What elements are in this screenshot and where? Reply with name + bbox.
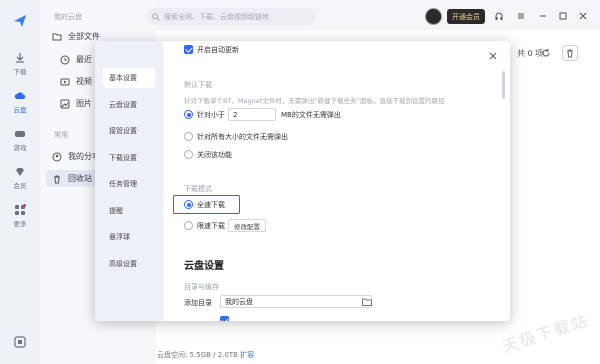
avatar[interactable] — [425, 8, 442, 25]
nav-recycle-bin-label: 回收站 — [68, 174, 92, 183]
folder-icon[interactable] — [362, 298, 372, 306]
tab-reminder[interactable]: 提醒 — [103, 201, 155, 221]
cloud-settings-title: 云盘设置 — [184, 261, 224, 272]
dir-cache-heading: 目录与缓存 — [184, 283, 219, 291]
rail-more-label: 更多 — [13, 220, 27, 228]
search-placeholder: 搜索全网、下载、云盘视频超链地 — [164, 12, 269, 21]
rail-games[interactable]: 游戏 — [0, 128, 40, 152]
rail-games-label: 游戏 — [13, 144, 27, 152]
radio-size-limit[interactable] — [184, 110, 193, 119]
nav-recent-label: 最近 — [76, 55, 92, 64]
partial-checkbox[interactable] — [220, 316, 229, 321]
share-icon — [52, 152, 62, 161]
clock-icon — [60, 55, 70, 64]
download-icon — [16, 53, 24, 63]
tab-tasks[interactable]: 任务管理 — [103, 174, 155, 194]
nav-section-common: 常用 — [54, 131, 68, 139]
storage-info: 云盘空间: 5.5GB / 2.0TB 扩容 — [157, 350, 254, 360]
app-rail: 下载 云盘 游戏 会员 更多 — [0, 0, 40, 364]
diamond-icon — [16, 168, 24, 176]
expand-link[interactable]: 扩容 — [240, 351, 254, 359]
nav-all-files[interactable]: 全部文件 — [52, 31, 100, 42]
nav-pictures[interactable]: 图片 — [60, 98, 92, 109]
tab-basic[interactable]: 基本设置 — [103, 68, 155, 88]
folder-icon — [52, 33, 62, 40]
radio-size-limit-label: 针对小于 — [197, 111, 225, 119]
radio-off[interactable] — [184, 150, 193, 159]
rail-vip[interactable]: 会员 — [0, 166, 40, 190]
tab-takeover[interactable]: 接管设置 — [103, 121, 155, 141]
empty-trash-button[interactable] — [562, 45, 578, 61]
default-download-hint: 针对下载单个BT、Magnet文件时，无需弹出“新建下载任务”面板，直接下载到设… — [184, 97, 445, 105]
add-dir-label: 添加目录 — [184, 299, 212, 307]
default-download-heading: 默认下载 — [184, 81, 212, 89]
radio-all-sizes[interactable] — [184, 132, 193, 141]
nav-my-share[interactable]: 我的分享 — [52, 151, 100, 162]
menu-icon[interactable] — [516, 11, 526, 21]
download-mode-heading: 下载模式 — [184, 185, 212, 193]
rail-download-label: 下载 — [13, 68, 27, 76]
dialog-scrollbar[interactable] — [502, 71, 505, 99]
tab-float-ball[interactable]: 悬浮球 — [103, 227, 155, 247]
storage-text: 云盘空间: 5.5GB / 2.0TB — [157, 351, 238, 359]
refresh-icon[interactable] — [541, 48, 551, 58]
nav-pictures-label: 图片 — [76, 99, 92, 108]
radio-off-label: 关闭该功能 — [197, 151, 232, 159]
minimize-icon[interactable] — [538, 11, 548, 21]
nav-header: 我的云盘 — [54, 13, 82, 21]
vip-button[interactable]: 开通会员 — [447, 9, 485, 24]
rail-download[interactable]: 下载 — [0, 52, 40, 76]
image-icon — [60, 99, 70, 108]
trash-icon — [567, 49, 573, 58]
settings-dialog: 基本设置 云盘设置 接管设置 下载设置 任务管理 提醒 悬浮球 高级设置 开启自… — [95, 41, 510, 321]
nav-video-label: 视频 — [76, 77, 92, 86]
video-icon — [60, 78, 70, 85]
rail-cloud-label: 云盘 — [13, 106, 27, 114]
radio-limited-speed-label: 限速下载 — [197, 222, 225, 230]
radio-full-speed-label: 全速下载 — [197, 201, 225, 209]
gamepad-icon — [15, 131, 25, 137]
maximize-icon[interactable] — [558, 11, 568, 21]
rail-vip-label: 会员 — [13, 182, 27, 190]
dir-input[interactable]: 我的云盘 — [220, 295, 372, 308]
headset-icon[interactable] — [494, 11, 504, 21]
radio-all-sizes-label: 针对所有大小的文件无需弹出 — [197, 133, 288, 141]
nav-video[interactable]: 视频 — [60, 76, 92, 87]
rail-cloud[interactable]: 云盘 — [0, 90, 40, 114]
close-icon[interactable] — [578, 11, 588, 21]
search-box[interactable]: 搜索全网、下载、云盘视频超链地 — [146, 8, 316, 25]
tab-advanced[interactable]: 高级设置 — [103, 254, 155, 274]
radio-limited-speed[interactable] — [184, 221, 193, 230]
auto-update-label: 开启自动更新 — [197, 46, 239, 54]
item-count: 共 0 项 — [517, 49, 544, 58]
dialog-close-icon[interactable] — [488, 51, 498, 61]
app-logo-icon — [14, 15, 26, 27]
rail-more[interactable]: 更多 — [0, 204, 40, 228]
nav-recent[interactable]: 最近 — [60, 54, 92, 65]
modify-config-button[interactable]: 修改配置 — [228, 219, 266, 232]
auto-update-checkbox[interactable] — [184, 45, 193, 54]
tab-cloud[interactable]: 云盘设置 — [103, 95, 155, 115]
search-icon — [152, 12, 160, 21]
cloud-icon — [14, 92, 26, 99]
trash-icon — [54, 175, 60, 183]
radio-full-speed[interactable] — [184, 200, 193, 209]
size-limit-suffix: MB的文件无需弹出 — [281, 111, 341, 119]
feedback-icon[interactable] — [13, 335, 27, 349]
tab-download[interactable]: 下载设置 — [103, 148, 155, 168]
grid-icon — [15, 204, 26, 215]
size-limit-input[interactable]: 2 — [228, 108, 276, 121]
